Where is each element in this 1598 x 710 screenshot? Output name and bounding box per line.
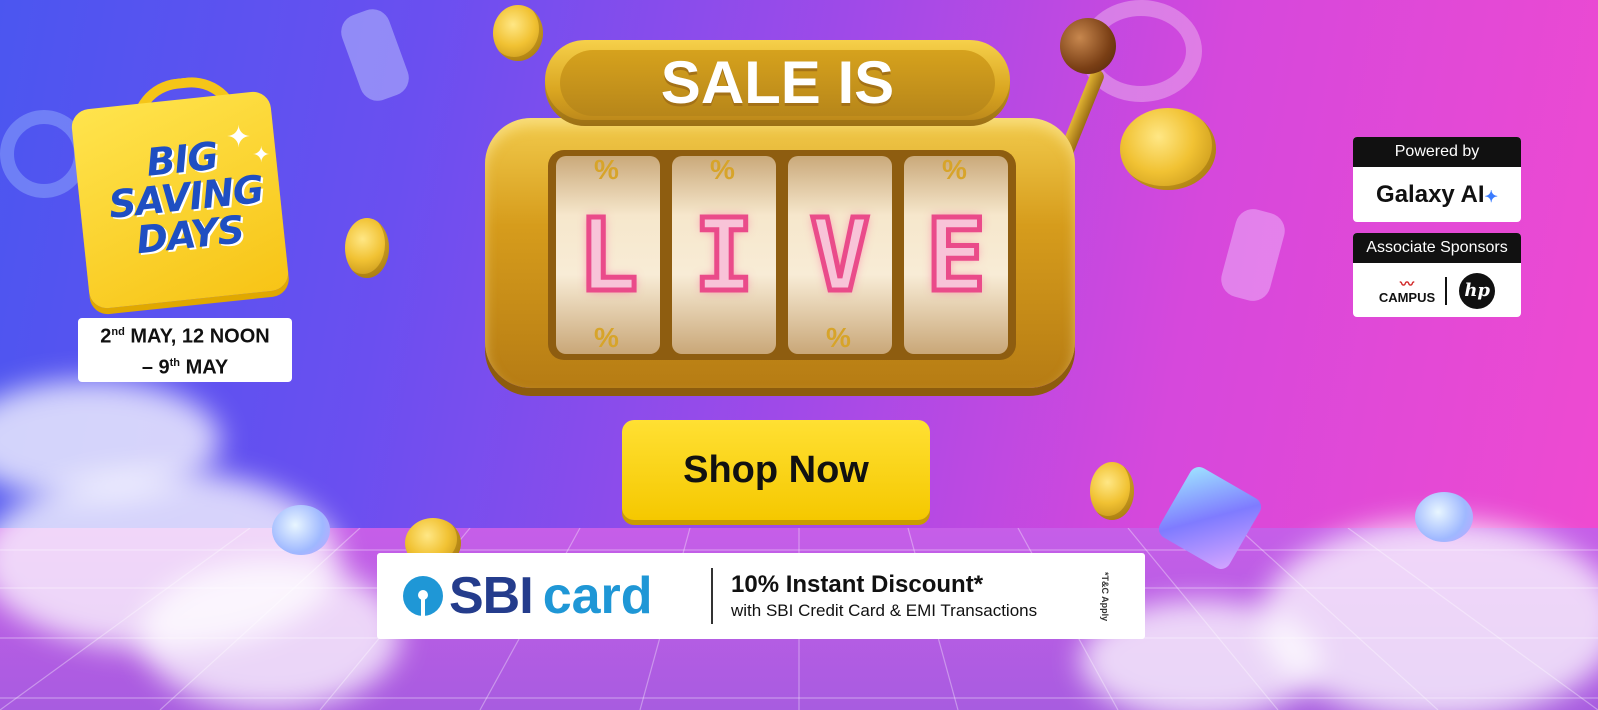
divider [711,568,713,624]
sale-end-date: – 9th MAY [141,356,229,379]
offer-headline: 10% Instant Discount* [731,571,984,598]
bolt-shape-icon [1217,205,1289,305]
hp-logo: hp [1459,273,1496,309]
terms-note: *T&C Apply [1100,572,1110,622]
sparkle-icon: ✦ [1484,189,1498,206]
associate-sponsors-label: Associate Sponsors [1353,233,1521,263]
offer-text: 10% Instant Discount* with SBI Credit Ca… [731,571,1037,621]
bolt-shape-icon [336,4,414,106]
gold-coin-icon [493,5,543,61]
sbi-keyhole-icon [403,576,443,616]
reel-letter: E [923,194,988,316]
reel-letter: V [807,194,872,316]
percent-icon: % [594,154,619,185]
percent-icon: % [942,154,967,185]
sparkle-icon: ✦ [226,121,252,154]
powered-by-box: Powered by Galaxy AI✦ [1353,137,1521,222]
sbi-card-logo: SBI card [403,566,703,626]
sbi-offer-strip[interactable]: SBI card 10% Instant Discount* with SBI … [377,553,1145,639]
reel-4: % E [904,154,1008,354]
campus-mark-icon: 〰 [1400,276,1414,292]
associate-sponsor-logos: 〰 CAMPUS hp [1353,263,1521,317]
reel-3: V % [788,156,892,354]
silver-coin-icon [1415,492,1473,542]
sale-banner[interactable]: BIG SAVING DAYS ✦ ✦ 2nd MAY, 12 NOON – 9… [0,0,1598,710]
reel-letter: I [691,194,756,316]
sparkle-icon: ✦ [252,142,271,167]
gold-coin-icon [1090,462,1134,520]
silver-coin-icon [272,505,330,555]
gold-coin-icon [1120,108,1216,190]
associate-sponsors-box: Associate Sponsors 〰 CAMPUS hp [1353,233,1521,317]
percent-icon: % [594,322,619,353]
sale-dates: 2nd MAY, 12 NOON – 9th MAY [78,318,292,382]
offer-subline: with SBI Credit Card & EMI Transactions [731,601,1038,620]
percent-icon: % [710,154,735,185]
powered-by-label: Powered by [1353,137,1521,167]
gold-coin-icon [345,218,389,278]
reel-1: % L % [556,154,660,354]
headline-sale-is: SALE IS [660,49,895,116]
percent-icon: % [826,322,851,353]
cloud [140,560,400,710]
shop-now-button[interactable]: Shop Now [622,420,930,520]
lever-knob-icon [1060,18,1116,74]
galaxy-ai-logo: Galaxy AI✦ [1376,181,1498,208]
reel-2: % I [672,154,776,354]
campus-logo: 〰 CAMPUS [1379,276,1448,305]
reel-letter: L [575,194,640,316]
sale-start-date: 2nd MAY, 12 NOON [100,326,270,348]
